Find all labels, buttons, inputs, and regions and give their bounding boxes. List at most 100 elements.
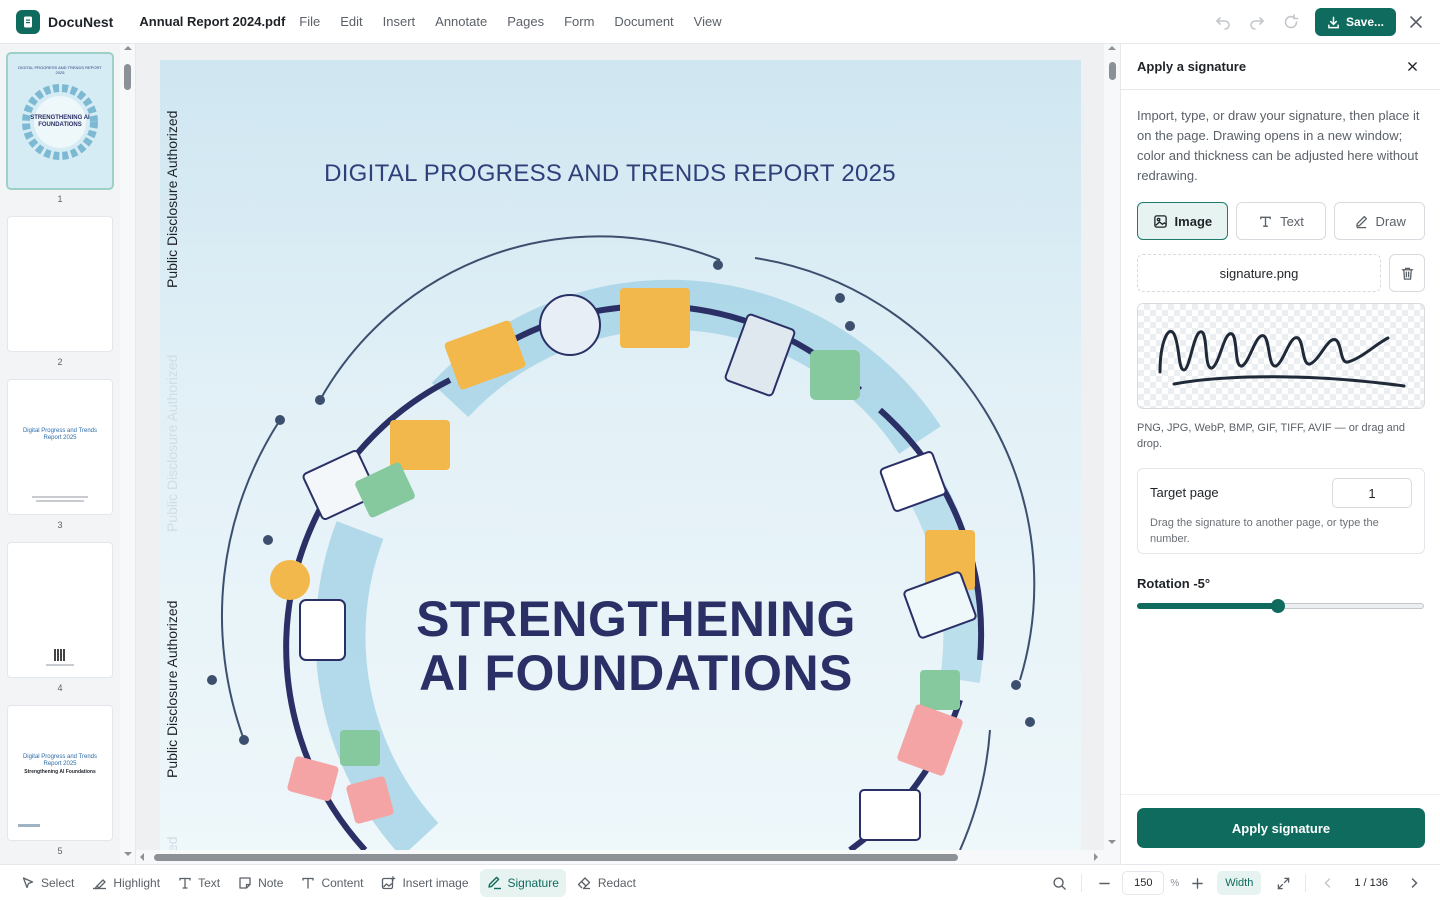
panel-title: Apply a signature [1137,59,1247,74]
thumbnail-preview [8,543,112,677]
thumbnail-page-1[interactable]: DIGITAL PROGRESS AND TRENDS REPORT 2025 … [8,54,112,204]
scroll-up-icon[interactable] [1108,46,1116,50]
tool-select[interactable]: Select [14,869,81,897]
scroll-left-icon[interactable] [140,853,144,861]
scroll-down-icon[interactable] [1108,840,1116,844]
thumbnail-page-3[interactable]: Digital Progress and Trends Report 2025 … [8,380,112,530]
thumbnail-number: 2 [57,357,63,367]
document-page[interactable]: Public Disclosure Authorized Public Disc… [160,60,1081,850]
remove-file-button[interactable] [1389,254,1425,292]
apply-signature-button[interactable]: Apply signature [1137,808,1425,848]
pen-icon [1355,215,1367,228]
thumbnail-page-2[interactable]: 2 [8,217,112,367]
scroll-down-icon[interactable] [124,852,132,856]
panel-description: Import, type, or draw your signature, th… [1137,108,1420,183]
vertical-scroll-thumb[interactable] [1109,62,1116,80]
fit-width-button[interactable]: Width [1217,871,1262,895]
thumbnail-text-line [36,500,84,502]
tool-label: Select [41,875,75,890]
thumbnail-text: Strengthening AI Foundations [24,769,96,775]
thumbnail-scrollbar[interactable] [120,44,135,864]
menu-insert[interactable]: Insert [383,14,416,29]
thumbnail-logo [18,824,40,827]
menu-file[interactable]: File [299,14,320,29]
toolbar-separator [1305,874,1307,892]
qr-code-icon [54,649,66,661]
menu-edit[interactable]: Edit [340,14,362,29]
thumbnail-scroll-thumb[interactable] [124,64,131,90]
mode-text-button[interactable]: Text [1235,202,1327,240]
tool-redact[interactable]: Redact [570,869,643,897]
document-title: Annual Report 2024.pdf [139,14,286,29]
tool-insert-image[interactable]: Insert image [374,869,475,897]
menu-pages[interactable]: Pages [507,14,544,29]
thumbnail-text: STRENGTHENING AI FOUNDATIONS [30,115,90,129]
tool-label: Redact [597,875,636,890]
signature-panel: Apply a signature Import, type, or draw … [1120,44,1440,864]
signature-file-dropzone[interactable]: signature.png [1137,254,1381,292]
signature-icon [487,876,501,889]
target-page-label: Target page [1150,485,1219,500]
previous-page-icon[interactable] [1316,871,1340,895]
thumbnail-preview: Digital Progress and Trends Report 2025 [8,380,112,514]
thumbnail-text: DIGITAL PROGRESS AND TRENDS REPORT 2025 [18,65,102,75]
signature-preview[interactable] [1137,303,1425,409]
target-page-input[interactable]: 1 [1332,478,1412,508]
thumbnail-preview: DIGITAL PROGRESS AND TRENDS REPORT 2025 … [8,54,112,188]
refresh-icon[interactable] [1279,10,1303,34]
tool-signature[interactable]: Signature [479,868,566,897]
search-icon[interactable] [1047,871,1071,895]
tool-label: Content [321,875,364,890]
zoom-in-icon[interactable] [1185,871,1209,895]
text-icon [179,877,191,889]
scroll-right-icon[interactable] [1094,853,1098,861]
thumbnail-number: 4 [57,683,63,693]
save-button[interactable]: Save... [1314,8,1396,36]
tool-note[interactable]: Note [231,869,290,897]
close-icon[interactable] [1404,10,1428,34]
mode-draw-button[interactable]: Draw [1334,202,1426,240]
menu-annotate[interactable]: Annotate [435,14,487,29]
mode-label: Text [1280,213,1304,229]
thumbnail-text: Digital Progress and Trends Report 2025 [22,428,98,442]
next-page-icon[interactable] [1402,871,1426,895]
zoom-input[interactable]: 150 [1122,871,1165,895]
download-icon [1328,16,1339,28]
top-bar: DocuNest Annual Report 2024.pdf File Edi… [0,0,1440,44]
target-page-hint: Drag the signature to another page, or t… [1150,517,1379,545]
zoom-unit: % [1170,877,1180,889]
rotation-slider[interactable] [1137,599,1424,613]
thumbnail-page-5[interactable]: Digital Progress and Trends Report 2025 … [8,706,112,856]
mode-image-button[interactable]: Image [1137,202,1228,240]
content-icon [302,877,315,889]
zoom-out-icon[interactable] [1092,871,1116,895]
tool-highlight[interactable]: Highlight [85,869,167,897]
menu-document[interactable]: Document [614,14,673,29]
document-horizontal-scrollbar[interactable] [136,850,1120,864]
thumbnail-page-4[interactable]: 4 [8,543,112,693]
close-panel-icon[interactable] [1400,55,1424,79]
thumbnail-text: Digital Progress and Trends Report 2025 [22,754,98,768]
panel-header: Apply a signature [1121,44,1440,90]
tool-text[interactable]: Text [171,869,227,897]
undo-icon[interactable] [1211,10,1235,34]
menu-bar: File Edit Insert Annotate Pages Form Doc… [299,14,741,29]
tool-content[interactable]: Content [294,869,370,897]
slider-thumb[interactable] [1270,599,1285,613]
toolbar-separator [1081,874,1083,892]
horizontal-scroll-thumb[interactable] [154,854,958,861]
cover-title-line: STRENGTHENING [416,591,856,647]
text-icon [1260,216,1271,227]
menu-form[interactable]: Form [564,14,594,29]
thumbnail-number: 5 [57,846,63,856]
thumbnail-number: 1 [57,194,63,204]
document-vertical-scrollbar[interactable] [1104,44,1120,852]
signature-stroke [1158,330,1406,388]
view-controls: 150 % Width 1 / 136 [1047,865,1440,900]
menu-view[interactable]: View [694,14,722,29]
fullscreen-icon[interactable] [1271,871,1295,895]
redo-icon[interactable] [1245,10,1269,34]
brand: DocuNest [16,9,113,34]
image-icon [1153,214,1167,228]
scroll-up-icon[interactable] [124,46,132,50]
